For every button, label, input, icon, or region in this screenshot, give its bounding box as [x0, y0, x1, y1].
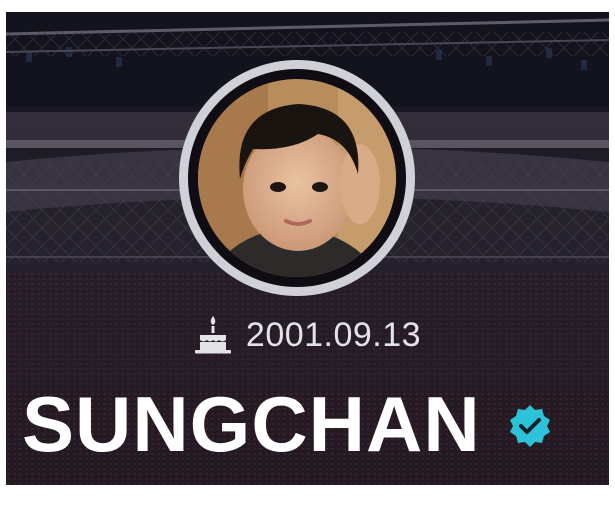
avatar[interactable] — [179, 60, 415, 296]
profile-page: 2001.09.13 SUNGCHAN — [0, 0, 615, 507]
avatar-photo — [198, 79, 396, 277]
name-row: SUNGCHAN — [22, 374, 553, 474]
profile-header-card: 2001.09.13 SUNGCHAN — [6, 12, 609, 485]
birthday-row: 2001.09.13 — [6, 310, 609, 360]
verified-badge-icon[interactable] — [507, 403, 553, 449]
birthday-date: 2001.09.13 — [245, 315, 422, 354]
artist-name: SUNGCHAN — [22, 380, 481, 468]
birthday-cake-icon — [194, 316, 231, 354]
